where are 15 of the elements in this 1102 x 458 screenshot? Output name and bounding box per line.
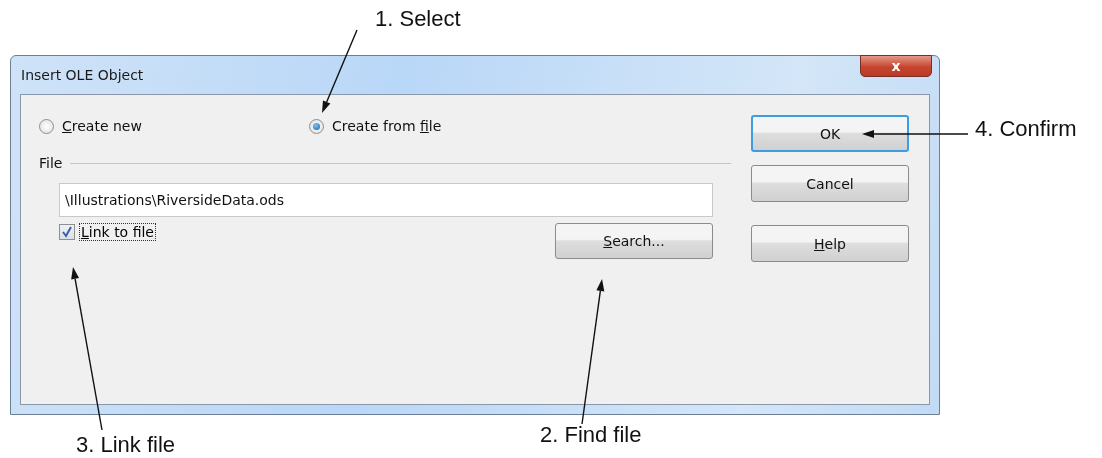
window-title: Insert OLE Object [20,67,144,83]
callout-label: 3. Link file [76,432,176,458]
callout-label: 1. Select [375,6,461,32]
cancel-button[interactable]: Cancel [751,165,909,202]
search-button[interactable]: Search... [555,223,713,259]
ok-button[interactable]: OK [751,115,909,152]
group-title: File [39,155,63,171]
close-button[interactable]: x [860,55,932,77]
check-icon [61,226,73,238]
path-field[interactable]: \Illustrations\RiversideData.ods [59,183,713,217]
callout-label: 2. Find file [540,422,642,448]
callout-label: 4. Confirm [975,116,1077,142]
help-button[interactable]: Help [751,225,909,262]
radio-option[interactable]: Create from file [309,118,579,134]
radio-option[interactable]: Create new [39,118,309,134]
